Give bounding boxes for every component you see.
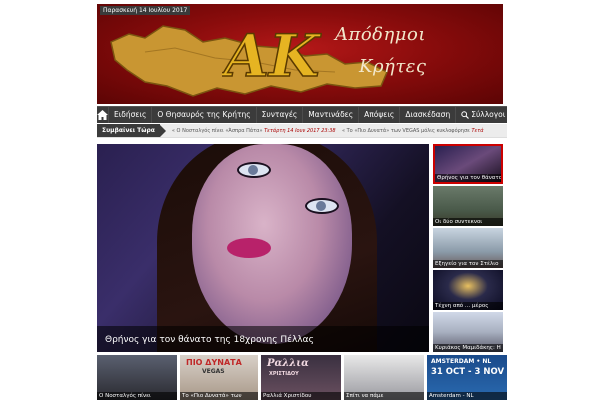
nav-item-associations[interactable]: Σύλλογοι Κρητών bbox=[455, 107, 507, 123]
site-title-line2: Κρήτες bbox=[359, 56, 427, 77]
bottom-article-label: Το «Πιο Δυνατά» των bbox=[180, 392, 258, 400]
bottom-article-tile[interactable]: Ραλλια ΧΡΙΣΤΙΔΟΥ Ραλλιά Χριστίδου bbox=[261, 355, 341, 400]
site-header-banner[interactable]: Παρασκευή 14 Ιουλίου 2017 AK Απόδημοι Κρ… bbox=[97, 4, 503, 104]
logo-text: AK bbox=[222, 24, 322, 84]
bottom-article-tile[interactable]: AMSTERDAM • NL 31 OCT - 3 NOV 2017 Amste… bbox=[427, 355, 507, 400]
sidebar-thumbnails: Θρήνος για τον θάνατο Οι δύο συντεκνοι Ε… bbox=[433, 144, 503, 352]
ticker-headline[interactable]: « Το «Πιο Δυνατά» των VEGAS μόλις κυκλοφ… bbox=[342, 128, 470, 134]
ticker-date: Τετά bbox=[471, 127, 484, 134]
bottom-article-tile[interactable]: Ο Νοσταλγός πίνει bbox=[97, 355, 177, 400]
ticker-headline[interactable]: « Ο Νοσταλγός πίνει «Άσπρα Πάτα» bbox=[172, 128, 263, 134]
nav-item-recipes[interactable]: Συνταγές bbox=[255, 107, 303, 123]
sidebar-thumb-label: Κυριάκος Μαμιδάκης: Η bbox=[433, 344, 503, 352]
sidebar-thumb[interactable]: Κυριάκος Μαμιδάκης: Η bbox=[433, 312, 503, 352]
nav-item-associations-label: Σύλλογοι Κρητών bbox=[471, 110, 507, 119]
sidebar-thumb[interactable]: Εξηγείο για τον Στέλιο bbox=[433, 228, 503, 268]
nav-item-entertainment[interactable]: Διασκέδαση bbox=[399, 107, 455, 123]
featured-image-lips bbox=[227, 238, 271, 258]
bottom-article-tile[interactable]: Σπίτι να πάμε bbox=[344, 355, 424, 400]
sidebar-thumb-label: Οι δύο συντεκνοι bbox=[433, 218, 503, 226]
featured-caption[interactable]: Θρήνος για τον θάνατο της 18χρονης Πέλλα… bbox=[105, 335, 314, 345]
nav-item-opinions[interactable]: Απόψεις bbox=[358, 107, 399, 123]
bottom-articles-row: Ο Νοσταλγός πίνει ΠΙΟ ΔΥΝΑΤΑ VEGAS Το «Π… bbox=[97, 355, 507, 400]
sidebar-thumb-label: Εξηγείο για τον Στέλιο bbox=[433, 260, 503, 268]
nav-item-mantinades[interactable]: Μαντινάδες bbox=[302, 107, 358, 123]
bottom-article-overlay: ΠΙΟ ΔΥΝΑΤΑ bbox=[186, 358, 242, 367]
bottom-article-label: Σπίτι να πάμε bbox=[344, 392, 424, 400]
search-icon[interactable] bbox=[461, 111, 470, 119]
bottom-article-label: Ραλλιά Χριστίδου bbox=[261, 392, 341, 400]
nav-item-treasure[interactable]: Ο Θησαυρός της Κρήτης bbox=[151, 107, 255, 123]
sidebar-thumb-label: Θρήνος για τον θάνατο bbox=[435, 174, 501, 182]
home-icon[interactable] bbox=[97, 107, 108, 123]
bottom-article-overlay-big: 31 OCT - 3 NOV 2017 bbox=[431, 367, 507, 377]
ak-logo-icon: AK bbox=[222, 24, 322, 84]
bottom-article-overlay: AMSTERDAM • NL bbox=[431, 358, 492, 365]
bottom-article-overlay: Ραλλια bbox=[267, 358, 309, 369]
bottom-article-label: Ο Νοσταλγός πίνει bbox=[97, 392, 177, 400]
sidebar-thumb[interactable]: Οι δύο συντεκνοι bbox=[433, 186, 503, 226]
ticker-item[interactable]: « Ο Νοσταλγός πίνει «Άσπρα Πάτα» Τετάρτη… bbox=[166, 128, 484, 134]
ticker-date: Τετάρτη 14 Ιουν 2017 23:38 bbox=[264, 127, 336, 134]
main-nav: Ειδήσεις Ο Θησαυρός της Κρήτης Συνταγές … bbox=[97, 106, 507, 123]
ticker-label: Συμβαίνει Τώρα bbox=[97, 124, 160, 137]
page: Παρασκευή 14 Ιουλίου 2017 AK Απόδημοι Κρ… bbox=[93, 0, 507, 400]
bottom-article-overlay-sub: ΧΡΙΣΤΙΔΟΥ bbox=[269, 371, 299, 377]
sidebar-thumb-label: Τέχνη από ... μέρος bbox=[433, 302, 503, 310]
featured-article[interactable]: Θρήνος για τον θάνατο της 18χρονης Πέλλα… bbox=[97, 144, 429, 352]
bottom-article-tile[interactable]: ΠΙΟ ΔΥΝΑΤΑ VEGAS Το «Πιο Δυνατά» των bbox=[180, 355, 258, 400]
news-ticker: Συμβαίνει Τώρα « Ο Νοσταλγός πίνει «Άσπρ… bbox=[97, 124, 507, 138]
sidebar-thumb[interactable]: Θρήνος για τον θάνατο bbox=[433, 144, 503, 184]
bottom-article-label: Amsterdam - NL bbox=[427, 392, 507, 400]
nav-item-news[interactable]: Ειδήσεις bbox=[108, 107, 151, 123]
bottom-article-overlay-sub: VEGAS bbox=[202, 368, 225, 375]
featured-image-eye bbox=[237, 162, 271, 178]
featured-image-face bbox=[192, 144, 352, 344]
sidebar-thumb[interactable]: Τέχνη από ... μέρος bbox=[433, 270, 503, 310]
site-title-line1: Απόδημοι bbox=[335, 24, 426, 45]
featured-image-eye bbox=[305, 198, 339, 214]
